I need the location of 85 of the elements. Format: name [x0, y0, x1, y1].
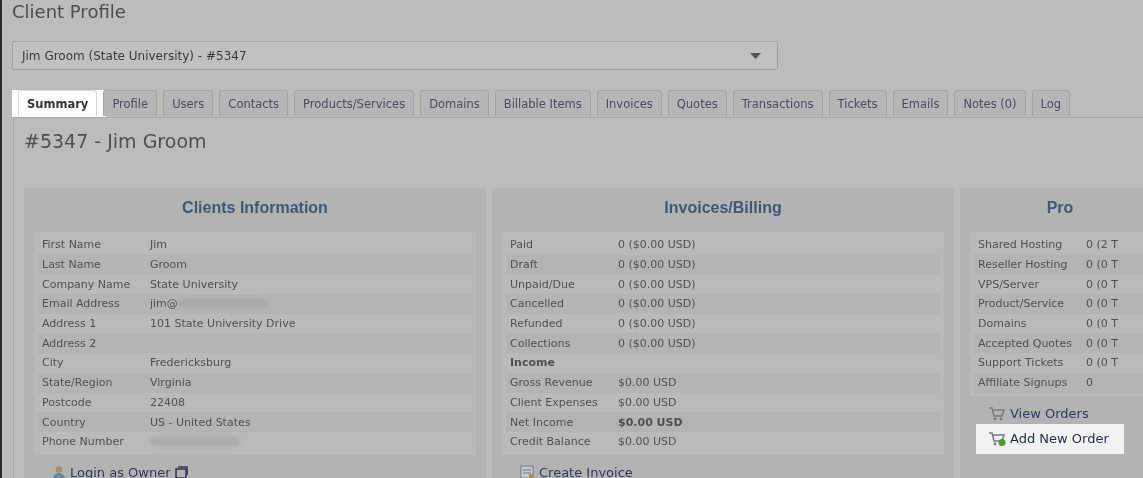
row-label: Last Name	[42, 258, 102, 272]
row-label: Product/Service	[978, 297, 1066, 311]
row-label: Phone Number	[42, 435, 125, 449]
row-label: First Name	[42, 238, 103, 252]
row-value: 0 ($0.00 USD)	[618, 336, 696, 350]
row-label: Draft	[510, 258, 539, 272]
row-label: Domains	[978, 317, 1028, 331]
row-label: Support Tickets	[978, 356, 1065, 370]
row-value: 0 (0 T	[1086, 297, 1118, 311]
row-label: State/Region	[42, 376, 114, 390]
row-value: 0 ($0.00 USD)	[618, 258, 696, 272]
tab[interactable]: Products/Services	[294, 90, 415, 116]
person-icon	[52, 464, 66, 478]
action-link[interactable]: Add New Order	[976, 423, 1124, 454]
action-link[interactable]: Create Invoice	[520, 462, 633, 478]
row-value: 0	[1086, 376, 1093, 390]
dropdown-caret-icon	[750, 52, 761, 59]
row-value: 0 ($0.00 USD)	[618, 238, 696, 252]
row-value: 22408	[150, 395, 185, 409]
row-value: 0 (0 T	[1086, 336, 1118, 350]
row-value: 0 (0 T	[1086, 317, 1118, 331]
row-value: $0.00 USD	[618, 415, 683, 429]
row-label: Email Address	[42, 297, 121, 311]
client-select[interactable]: Jim Groom (State University) - #5347	[12, 41, 778, 70]
row-label: Client Expenses	[510, 395, 599, 409]
row-value: 0 (2 T	[1086, 238, 1118, 252]
row-label: Cancelled	[510, 297, 566, 311]
tab[interactable]: Profile	[103, 90, 158, 116]
row-label: Accepted Quotes	[978, 336, 1073, 350]
row-label: Unpaid/Due	[510, 277, 576, 291]
row-value: 0 ($0.00 USD)	[618, 297, 696, 311]
row-label: Reseller Hosting	[978, 258, 1069, 272]
tab[interactable]: Tickets	[828, 90, 887, 116]
row-label: Address 1	[42, 317, 98, 331]
cart-icon	[988, 405, 1006, 422]
row-value: State University	[150, 277, 239, 291]
row-label: Refunded	[510, 317, 564, 331]
tab[interactable]: Domains	[420, 90, 489, 116]
row-value: Jim	[150, 238, 167, 252]
row-value: $0.00 USD	[618, 435, 677, 449]
row-label: Company Name	[42, 277, 132, 291]
row-value: $0.00 USD	[618, 395, 677, 409]
row-value: 101 State University Drive	[150, 317, 296, 331]
tab[interactable]: Contacts	[219, 90, 289, 116]
tab[interactable]: Notes (0)	[954, 90, 1026, 116]
row-label: Gross Revenue	[510, 376, 594, 390]
tab[interactable]: Users	[163, 90, 214, 116]
row-value: 0 (0 T	[1086, 277, 1118, 291]
tab[interactable]: Quotes	[667, 90, 727, 116]
row-label: Country	[42, 415, 87, 429]
row-label: VPS/Server	[978, 277, 1040, 291]
row-value: $0.00 USD	[618, 376, 677, 390]
row-label: Shared Hosting	[978, 238, 1064, 252]
panel-title: Invoices/Billing	[663, 198, 783, 218]
panel-title: Pro	[1045, 198, 1075, 218]
row-label: Net Income	[510, 415, 575, 429]
row-value: 0 ($0.00 USD)	[618, 317, 696, 331]
row-label: Address 2	[42, 336, 98, 350]
tab[interactable]: Billable Items	[494, 90, 591, 116]
panel-title: Clients Information	[181, 198, 329, 218]
row-label: City	[42, 356, 65, 370]
row-value: Virginia	[150, 376, 192, 390]
invoice-icon	[520, 465, 535, 478]
window-icon	[174, 465, 188, 478]
row-label: Income	[510, 356, 556, 370]
row-value: US - United States	[150, 415, 251, 429]
row-value: Groom	[150, 258, 187, 272]
page-title: Client Profile	[12, 0, 127, 24]
cart-add-icon	[988, 430, 1006, 447]
row-value: jim@	[150, 297, 178, 311]
row-value: Fredericksburg	[150, 356, 232, 370]
row-value: 0 (0 T	[1086, 258, 1118, 272]
row-label: Postcode	[42, 395, 93, 409]
row-label: Affiliate Signups	[978, 376, 1069, 390]
row-label: Collections	[510, 336, 572, 350]
tab[interactable]: Invoices	[596, 90, 662, 116]
tab[interactable]: Log	[1031, 90, 1071, 116]
row-value: 0 ($0.00 USD)	[618, 277, 696, 291]
row-value: 0 (0 T	[1086, 356, 1118, 370]
tab[interactable]: Transactions	[732, 90, 823, 116]
row-label: Paid	[510, 238, 534, 252]
row-label: Credit Balance	[510, 435, 592, 449]
action-link[interactable]: View Orders	[988, 403, 1089, 424]
tab[interactable]: Emails	[892, 90, 949, 116]
client-heading: #5347 - Jim Groom	[24, 130, 208, 154]
